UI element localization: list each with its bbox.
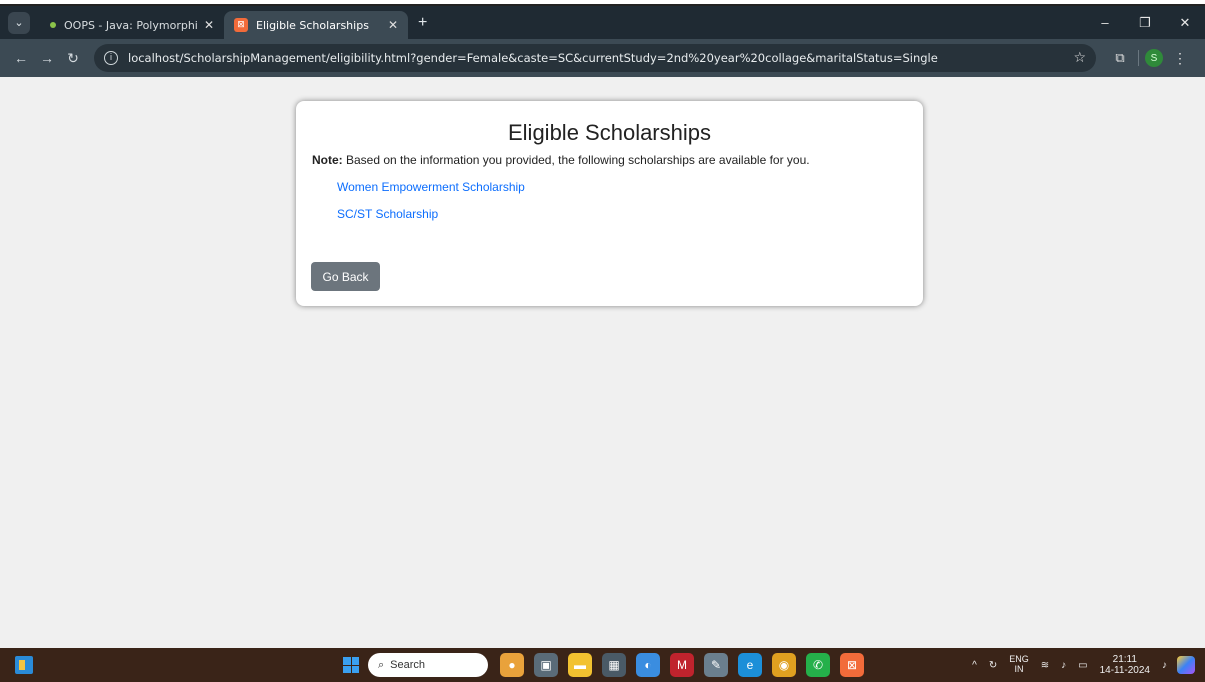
scholarship-link-women-empowerment[interactable]: Women Empowerment Scholarship — [337, 180, 525, 194]
chevron-up-icon[interactable]: ^ — [972, 660, 977, 671]
search-placeholder: Search — [390, 659, 426, 671]
window-controls: – ❐ ✕ — [1085, 6, 1205, 39]
lang-bottom: IN — [1014, 664, 1024, 674]
new-tab-button[interactable]: + — [418, 14, 427, 32]
url-text[interactable]: localhost/ScholarshipManagement/eligibil… — [128, 51, 1073, 65]
battery-icon[interactable]: ▭ — [1078, 660, 1087, 671]
wifi-icon[interactable]: ≋ — [1041, 660, 1049, 671]
address-bar[interactable]: i localhost/ScholarshipManagement/eligib… — [94, 44, 1096, 72]
tab-close-icon[interactable]: ✕ — [388, 18, 398, 32]
back-arrow-icon[interactable]: ← — [8, 50, 34, 66]
site-info-icon[interactable]: i — [104, 51, 118, 65]
tab-eligible-scholarships[interactable]: ⊠ Eligible Scholarships ✕ — [224, 11, 408, 39]
tab-loading-dot-icon — [50, 22, 56, 28]
restore-icon[interactable]: ❐ — [1125, 15, 1165, 31]
profile-avatar[interactable]: S — [1145, 49, 1163, 67]
tab-oops-java[interactable]: OOPS - Java: Polymorphism - G ✕ — [40, 11, 224, 39]
toolbar-right: ⧉ S ⋮ — [1108, 49, 1191, 67]
task-view-icon[interactable]: ▣ — [534, 653, 558, 677]
tab-strip: ⌄ OOPS - Java: Polymorphism - G ✕ ⊠ Elig… — [0, 6, 1205, 39]
system-tray: ^ ↻ ENG IN ≋ ♪ ▭ 21:11 14-11-2024 ♪ — [960, 648, 1195, 682]
edge-icon[interactable]: e — [738, 653, 762, 677]
note-text: Based on the information you provided, t… — [342, 153, 810, 167]
list-item: SC/ST Scholarship — [337, 207, 907, 221]
clock-time: 21:11 — [1112, 653, 1137, 665]
extensions-puzzle-icon[interactable]: ⧉ — [1108, 50, 1132, 66]
browser-toolbar: ← → ↻ i localhost/ScholarshipManagement/… — [0, 39, 1205, 77]
store-icon[interactable]: ▦ — [602, 653, 626, 677]
volume-icon[interactable]: ♪ — [1061, 660, 1066, 671]
eclipse-icon[interactable]: ◐ — [636, 653, 660, 677]
scholarship-card: Eligible Scholarships Note: Based on the… — [296, 101, 923, 306]
copilot-app-icon[interactable]: ● — [500, 653, 524, 677]
copilot-tray-icon[interactable] — [1177, 656, 1195, 674]
start-windows-icon[interactable] — [343, 657, 359, 673]
widgets-icon[interactable] — [15, 656, 33, 674]
toolbar-divider — [1138, 50, 1139, 66]
whatsapp-icon[interactable]: ✆ — [806, 653, 830, 677]
sync-icon[interactable]: ↻ — [989, 660, 997, 671]
tab-search-chevron-icon[interactable]: ⌄ — [8, 11, 30, 34]
tab-close-icon[interactable]: ✕ — [204, 18, 214, 32]
mcafee-icon[interactable]: M — [670, 653, 694, 677]
xampp-icon[interactable]: ⊠ — [840, 653, 864, 677]
search-icon: ⌕ — [378, 658, 385, 671]
page-title: Eligible Scholarships — [508, 120, 711, 145]
forward-arrow-icon[interactable]: → — [34, 50, 60, 66]
bookmark-star-icon[interactable]: ☆ — [1073, 50, 1086, 66]
close-window-icon[interactable]: ✕ — [1165, 15, 1205, 31]
scholarship-link-sc-st[interactable]: SC/ST Scholarship — [337, 207, 438, 221]
note-paragraph: Note: Based on the information you provi… — [312, 153, 907, 167]
windows-taskbar: ⌕ Search ● ▣ ▬ ▦ ◐ M ✎ e ◉ ✆ ⊠ ^ ↻ ENG I… — [0, 648, 1205, 682]
notepad-icon[interactable]: ✎ — [704, 653, 728, 677]
minimize-icon[interactable]: – — [1085, 15, 1125, 30]
clock-date: 14-11-2024 — [1099, 665, 1150, 676]
chrome-icon[interactable]: ◉ — [772, 653, 796, 677]
go-back-button[interactable]: Go Back — [311, 262, 380, 291]
clock[interactable]: 21:11 14-11-2024 — [1100, 654, 1150, 677]
file-explorer-icon[interactable]: ▬ — [568, 653, 592, 677]
taskbar-apps: ● ▣ ▬ ▦ ◐ M ✎ e ◉ ✆ ⊠ — [500, 653, 874, 677]
tab-title: OOPS - Java: Polymorphism - G — [64, 18, 198, 32]
note-label: Note: — [312, 153, 343, 167]
page-viewport: Eligible Scholarships Note: Based on the… — [0, 77, 1205, 648]
reload-icon[interactable]: ↻ — [60, 50, 86, 67]
tab-title: Eligible Scholarships — [256, 18, 369, 32]
list-item: Women Empowerment Scholarship — [337, 180, 907, 194]
scholarship-list: Women Empowerment Scholarship SC/ST Scho… — [312, 180, 907, 221]
language-indicator[interactable]: ENG IN — [1009, 654, 1029, 675]
more-menu-icon[interactable]: ⋮ — [1169, 50, 1191, 67]
xampp-favicon-icon: ⊠ — [234, 18, 248, 32]
notification-bell-icon[interactable]: ♪ — [1162, 660, 1167, 671]
taskbar-search[interactable]: ⌕ Search — [368, 653, 488, 677]
